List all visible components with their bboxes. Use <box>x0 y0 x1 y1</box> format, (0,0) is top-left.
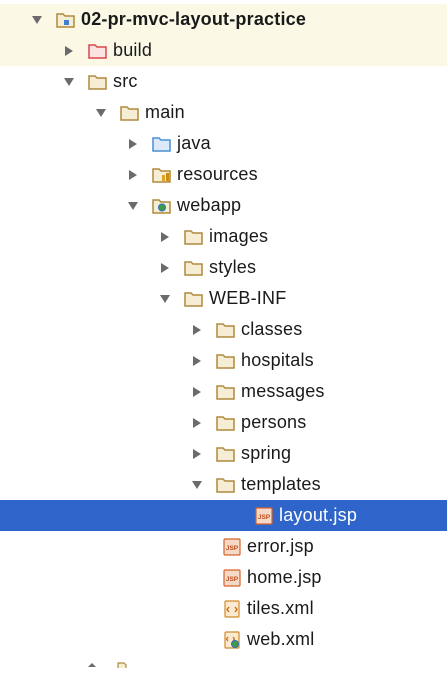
chevron-right-icon[interactable] <box>126 168 140 182</box>
tree-row-label: tiles.xml <box>247 598 314 618</box>
svg-text:JSP: JSP <box>258 514 271 521</box>
tree-row-hospitals[interactable]: hospitals <box>0 345 447 376</box>
svg-text:JSP: JSP <box>226 576 239 583</box>
source-folder-icon <box>152 135 172 153</box>
tree-row-label: styles <box>209 257 257 277</box>
chevron-right-icon[interactable] <box>190 323 204 337</box>
tree-row-messages[interactable]: messages <box>0 376 447 407</box>
folder-icon <box>216 476 236 494</box>
folder-icon <box>216 321 236 339</box>
folder-icon <box>216 352 236 370</box>
chevron-down-icon[interactable] <box>30 13 44 27</box>
folder-icon <box>184 259 204 277</box>
jsp-file-icon: JSP <box>222 537 242 556</box>
tree-row-java[interactable]: java <box>0 128 447 159</box>
tree-row-persons[interactable]: persons <box>0 407 447 438</box>
chevron-down-icon[interactable] <box>94 106 108 120</box>
tree-row-layout-jsp[interactable]: JSP layout.jsp <box>0 500 447 531</box>
tree-row-label: spring <box>241 443 292 463</box>
chevron-down-icon[interactable] <box>62 75 76 89</box>
tree-row-label: src <box>113 71 138 91</box>
tree-row-project-root[interactable]: 02-pr-mvc-layout-practice <box>0 4 447 35</box>
tree-row-styles[interactable]: styles <box>0 252 447 283</box>
tree-row-label: images <box>209 226 269 246</box>
folder-icon <box>184 228 204 246</box>
tree-row-web-inf[interactable]: WEB-INF <box>0 283 447 314</box>
chevron-right-icon[interactable] <box>62 44 76 58</box>
tree-row-label: main <box>145 102 185 122</box>
tree-row-label: resources <box>177 164 258 184</box>
tree-row-label: layout.jsp <box>279 505 358 525</box>
tree-row-label: webapp <box>177 195 242 215</box>
chevron-right-icon[interactable] <box>126 137 140 151</box>
folder-icon <box>216 445 236 463</box>
tree-row-web-xml[interactable]: web.xml <box>0 624 447 655</box>
folder-icon <box>120 104 140 122</box>
excluded-folder-icon <box>88 42 108 60</box>
tree-row-resources[interactable]: resources <box>0 159 447 190</box>
web-xml-file-icon <box>222 630 242 649</box>
tree-row-label: web.xml <box>247 629 315 649</box>
tree-row-label: templates <box>241 474 321 494</box>
tree-row-label: java <box>177 133 211 153</box>
jsp-file-icon: JSP <box>254 506 274 525</box>
next-row-peek <box>88 655 128 668</box>
tree-row-images[interactable]: images <box>0 221 447 252</box>
module-folder-icon <box>56 11 76 29</box>
tree-row-classes[interactable]: classes <box>0 314 447 345</box>
tree-row-templates[interactable]: templates <box>0 469 447 500</box>
chevron-right-icon[interactable] <box>158 261 172 275</box>
tree-row-label: WEB-INF <box>209 288 287 308</box>
tree-row-label: hospitals <box>241 350 314 370</box>
folder-icon <box>88 73 108 91</box>
tree-row-build[interactable]: build <box>0 35 447 66</box>
tree-row-label: home.jsp <box>247 567 322 587</box>
tree-row-label: messages <box>241 381 325 401</box>
tree-row-label: classes <box>241 319 303 339</box>
folder-icon <box>216 383 236 401</box>
folder-icon <box>184 290 204 308</box>
tree-row-webapp[interactable]: webapp <box>0 190 447 221</box>
resources-folder-icon <box>152 166 172 184</box>
tree-row-src[interactable]: src <box>0 66 447 97</box>
tree-row-spring[interactable]: spring <box>0 438 447 469</box>
chevron-down-icon[interactable] <box>126 199 140 213</box>
chevron-right-icon[interactable] <box>158 230 172 244</box>
chevron-right-icon[interactable] <box>190 416 204 430</box>
web-folder-icon <box>152 197 172 215</box>
tree-row-label: persons <box>241 412 307 432</box>
folder-icon <box>216 414 236 432</box>
tree-row-home-jsp[interactable]: JSP home.jsp <box>0 562 447 593</box>
chevron-down-icon[interactable] <box>190 478 204 492</box>
project-tree: 02-pr-mvc-layout-practice build src main <box>0 0 447 668</box>
tree-row-label: 02-pr-mvc-layout-practice <box>81 9 307 29</box>
svg-text:JSP: JSP <box>226 545 239 552</box>
chevron-right-icon[interactable] <box>190 385 204 399</box>
tree-row-label: error.jsp <box>247 536 314 556</box>
jsp-file-icon: JSP <box>222 568 242 587</box>
xml-file-icon <box>222 599 242 618</box>
chevron-down-icon[interactable] <box>158 292 172 306</box>
chevron-right-icon[interactable] <box>190 447 204 461</box>
chevron-right-icon[interactable] <box>190 354 204 368</box>
tree-row-error-jsp[interactable]: JSP error.jsp <box>0 531 447 562</box>
tree-row-tiles-xml[interactable]: tiles.xml <box>0 593 447 624</box>
tree-row-main[interactable]: main <box>0 97 447 128</box>
tree-row-label: build <box>113 40 153 60</box>
